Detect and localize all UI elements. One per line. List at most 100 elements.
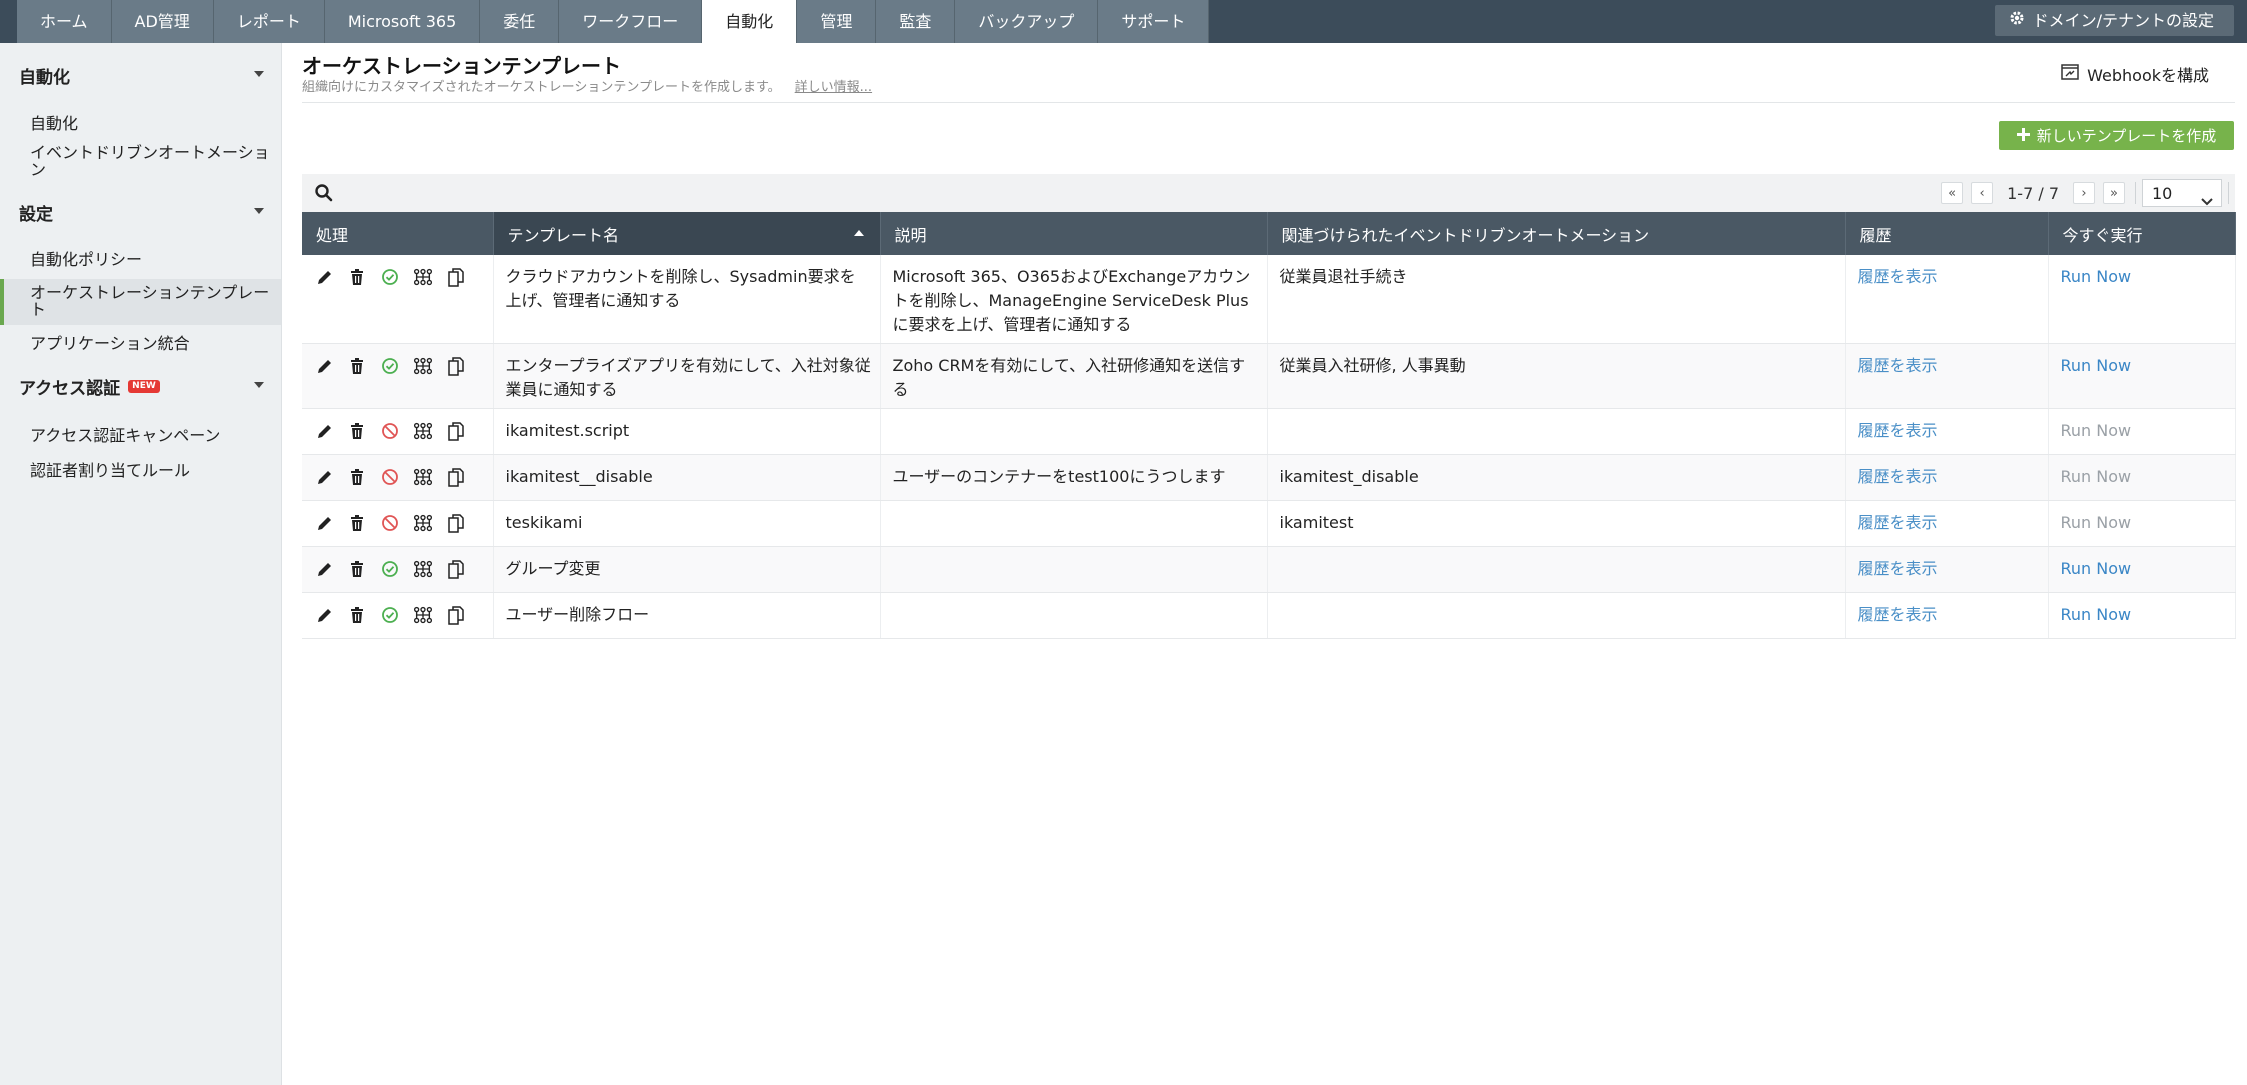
- sidebar-section-access-certification[interactable]: アクセス認証 NEW: [19, 373, 264, 399]
- cell-history: 履歴を表示: [1845, 343, 2049, 409]
- pencil-icon[interactable]: [314, 421, 334, 441]
- page-size-select[interactable]: 10: [2142, 179, 2222, 207]
- run-now-link[interactable]: Run Now: [2061, 605, 2132, 624]
- workflow-icon[interactable]: [413, 467, 433, 487]
- sidebar-section-title: アクセス認証: [19, 378, 121, 399]
- check-circle-icon[interactable]: [380, 267, 400, 287]
- view-history-link[interactable]: 履歴を表示: [1858, 513, 1938, 532]
- cell-template-name: ikamitest__disable: [493, 454, 881, 501]
- run-now-link[interactable]: Run Now: [2061, 421, 2132, 440]
- trash-icon[interactable]: [347, 421, 367, 441]
- run-now-link[interactable]: Run Now: [2061, 513, 2132, 532]
- cell-history: 履歴を表示: [1845, 408, 2049, 455]
- copy-icon[interactable]: [446, 467, 466, 487]
- new-template-button[interactable]: 新しいテンプレートを作成: [1999, 121, 2234, 150]
- check-circle-icon[interactable]: [380, 605, 400, 625]
- column-label: テンプレート名: [507, 225, 620, 245]
- search-icon[interactable]: [314, 183, 334, 203]
- view-history-link[interactable]: 履歴を表示: [1858, 267, 1938, 286]
- pencil-icon[interactable]: [314, 605, 334, 625]
- cell-description: Microsoft 365、O365およびExchangeアカウントを削除し、M…: [880, 255, 1268, 344]
- column-header-description: 説明: [880, 212, 1268, 255]
- copy-icon[interactable]: [446, 267, 466, 287]
- run-now-link[interactable]: Run Now: [2061, 467, 2132, 486]
- workflow-icon[interactable]: [413, 513, 433, 533]
- copy-icon[interactable]: [446, 421, 466, 441]
- run-now-link[interactable]: Run Now: [2061, 559, 2132, 578]
- header-divider: [302, 102, 2235, 103]
- copy-icon[interactable]: [446, 356, 466, 376]
- row-actions: [302, 408, 494, 455]
- pencil-icon[interactable]: [314, 356, 334, 376]
- ban-icon[interactable]: [380, 467, 400, 487]
- tab-ad-management[interactable]: AD管理: [111, 0, 214, 43]
- sidebar-item-certifier-rules[interactable]: 認証者割り当てルール: [0, 458, 281, 484]
- domain-settings-button[interactable]: ドメイン/テナントの設定: [1994, 5, 2234, 36]
- tab-automation[interactable]: 自動化: [702, 0, 798, 43]
- workflow-icon[interactable]: [413, 605, 433, 625]
- view-history-link[interactable]: 履歴を表示: [1858, 421, 1938, 440]
- sidebar-item-access-campaign[interactable]: アクセス認証キャンペーン: [0, 423, 281, 449]
- workflow-icon[interactable]: [413, 559, 433, 579]
- tab-microsoft-365[interactable]: Microsoft 365: [324, 0, 481, 43]
- learn-more-link[interactable]: 詳しい情報...: [795, 80, 872, 95]
- column-header-template-name[interactable]: テンプレート名: [493, 212, 881, 255]
- trash-icon[interactable]: [347, 467, 367, 487]
- cell-run-now: Run Now: [2048, 454, 2236, 501]
- last-page-icon[interactable]: »: [2103, 182, 2125, 204]
- tab-workflow[interactable]: ワークフロー: [559, 0, 703, 43]
- sidebar-section-settings[interactable]: 設定: [19, 199, 264, 225]
- view-history-link[interactable]: 履歴を表示: [1858, 467, 1938, 486]
- new-template-label: 新しいテンプレートを作成: [2036, 127, 2217, 145]
- tab-audit[interactable]: 監査: [876, 0, 956, 43]
- check-circle-icon[interactable]: [380, 356, 400, 376]
- tab-reports[interactable]: レポート: [213, 0, 325, 43]
- sidebar-item-app-integration[interactable]: アプリケーション統合: [0, 331, 281, 357]
- sidebar-item-automation-policy[interactable]: 自動化ポリシー: [0, 247, 281, 273]
- tab-admin[interactable]: 管理: [797, 0, 877, 43]
- page-info: 1-7 / 7: [2007, 183, 2059, 203]
- copy-icon[interactable]: [446, 513, 466, 533]
- cell-description: [880, 546, 1268, 593]
- pencil-icon[interactable]: [314, 267, 334, 287]
- workflow-icon[interactable]: [413, 421, 433, 441]
- templates-table: 処理 テンプレート名 説明 関連づけられたイベントドリブンオートメーション 履歴…: [302, 212, 2236, 639]
- table-row: ユーザー削除フロー 履歴を表示 Run Now: [302, 592, 2236, 639]
- sidebar-item-automation[interactable]: 自動化: [0, 111, 281, 137]
- workflow-icon[interactable]: [413, 267, 433, 287]
- copy-icon[interactable]: [446, 605, 466, 625]
- run-now-link[interactable]: Run Now: [2061, 356, 2132, 375]
- tab-backup[interactable]: バックアップ: [955, 0, 1099, 43]
- run-now-link[interactable]: Run Now: [2061, 267, 2132, 286]
- trash-icon[interactable]: [347, 559, 367, 579]
- tab-support[interactable]: サポート: [1098, 0, 1210, 43]
- configure-webhook-button[interactable]: Webhookを構成: [2061, 62, 2209, 86]
- check-circle-icon[interactable]: [380, 559, 400, 579]
- first-page-icon[interactable]: «: [1941, 182, 1964, 204]
- workflow-icon[interactable]: [413, 356, 433, 376]
- view-history-link[interactable]: 履歴を表示: [1858, 605, 1938, 624]
- cell-run-now: Run Now: [2048, 546, 2236, 593]
- trash-icon[interactable]: [347, 356, 367, 376]
- cell-automation: ikamitest: [1267, 500, 1846, 547]
- copy-icon[interactable]: [446, 559, 466, 579]
- view-history-link[interactable]: 履歴を表示: [1858, 559, 1938, 578]
- trash-icon[interactable]: [347, 267, 367, 287]
- pencil-icon[interactable]: [314, 513, 334, 533]
- sidebar-item-event-driven-automation[interactable]: イベントドリブンオートメーション: [0, 144, 281, 178]
- view-history-link[interactable]: 履歴を表示: [1858, 356, 1938, 375]
- tab-home[interactable]: ホーム: [17, 0, 112, 43]
- sidebar-item-orchestration-templates[interactable]: オーケストレーションテンプレート: [0, 279, 281, 325]
- table-row: teskikami ikamitest 履歴を表示 Run Now: [302, 500, 2236, 547]
- pencil-icon[interactable]: [314, 559, 334, 579]
- trash-icon[interactable]: [347, 513, 367, 533]
- ban-icon[interactable]: [380, 513, 400, 533]
- sidebar-section-automation[interactable]: 自動化: [19, 62, 264, 88]
- cell-run-now: Run Now: [2048, 408, 2236, 455]
- prev-page-icon[interactable]: ‹: [1971, 182, 1994, 204]
- trash-icon[interactable]: [347, 605, 367, 625]
- next-page-icon[interactable]: ›: [2073, 182, 2095, 204]
- pencil-icon[interactable]: [314, 467, 334, 487]
- ban-icon[interactable]: [380, 421, 400, 441]
- tab-delegation[interactable]: 委任: [480, 0, 560, 43]
